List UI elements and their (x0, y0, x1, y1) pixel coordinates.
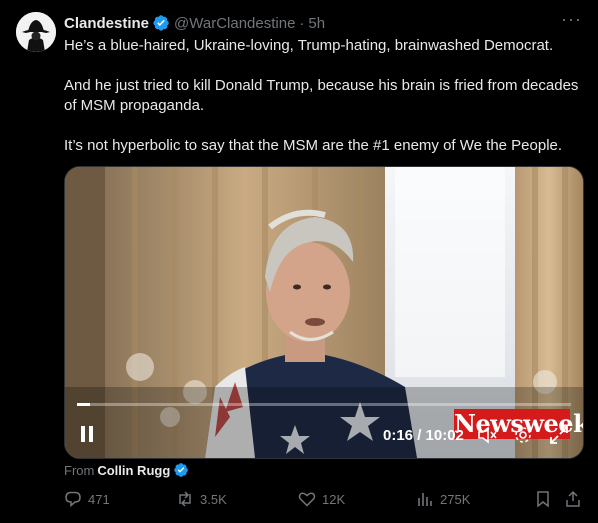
verified-badge-icon (152, 14, 170, 32)
tweet-paragraph: He’s a blue-haired, Ukraine-loving, Trum… (64, 37, 554, 54)
settings-icon[interactable] (513, 425, 533, 445)
share-button[interactable] (564, 490, 582, 508)
views-icon (418, 493, 432, 506)
tweet-timestamp[interactable]: 5h (308, 15, 325, 32)
repost-count: 3.5K (200, 491, 227, 507)
reply-icon (65, 491, 81, 508)
tweet-action-bar: 471 3.5K 12K 275K (64, 490, 582, 512)
source-name-link[interactable]: Collin Rugg (97, 463, 170, 478)
views-button[interactable]: 275K (416, 490, 470, 508)
video-source-attribution: From Collin Rugg (64, 462, 189, 478)
mute-icon[interactable] (477, 425, 497, 445)
like-count: 12K (322, 491, 346, 507)
avatar[interactable] (16, 12, 56, 52)
repost-button[interactable]: 3.5K (176, 490, 227, 508)
video-progress-bar[interactable] (77, 403, 571, 406)
tweet-header: Clandestine @WarClandestine · 5h (64, 13, 582, 33)
like-button[interactable]: 12K (298, 490, 345, 508)
verified-badge-icon (173, 462, 189, 478)
author-display-name[interactable]: Clandestine (64, 15, 149, 32)
tweet-paragraph: And he just tried to kill Donald Trump, … (64, 77, 579, 114)
tweet-text: He’s a blue-haired, Ukraine-loving, Trum… (64, 36, 584, 176)
reply-button[interactable]: 471 (64, 490, 110, 508)
video-progress-fill (77, 403, 91, 406)
pause-icon[interactable] (79, 425, 95, 443)
header-separator: · (299, 14, 305, 32)
author-handle[interactable]: @WarClandestine (174, 15, 295, 32)
tweet-paragraph: It’s not hyperbolic to say that the MSM … (64, 137, 563, 154)
fullscreen-icon[interactable] (549, 425, 569, 445)
avatar-image (16, 12, 56, 52)
share-icon (566, 490, 580, 507)
source-prefix: From (64, 462, 95, 478)
video-player[interactable]: Newsweek 0:16 / 10:02 (64, 166, 584, 459)
more-horizontal-icon[interactable]: ··· (561, 10, 582, 28)
views-count: 275K (440, 491, 471, 507)
bookmark-button[interactable] (534, 490, 552, 508)
bookmark-icon (537, 491, 549, 508)
video-time: 0:16 / 10:02 (383, 427, 464, 444)
like-icon (298, 492, 316, 507)
repost-icon (179, 491, 191, 507)
reply-count: 471 (88, 491, 110, 507)
